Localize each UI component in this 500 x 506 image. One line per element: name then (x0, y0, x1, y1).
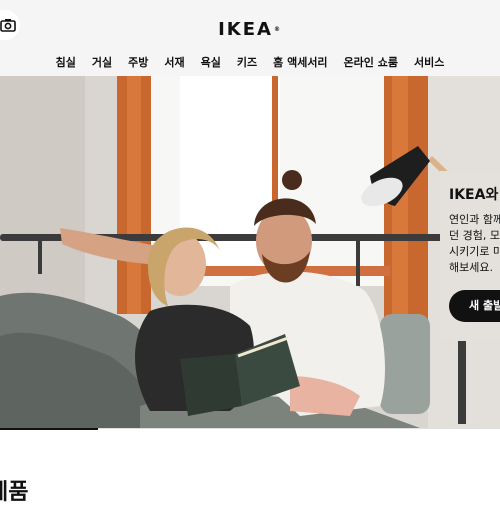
nav-item-bedroom[interactable]: 침실 (48, 52, 84, 74)
nav-item-home-accessories[interactable]: 홈 액세서리 (265, 52, 335, 74)
nav-item-services[interactable]: 서비스 (406, 52, 452, 74)
nav-item-study[interactable]: 서재 (156, 52, 192, 74)
registered-mark: ® (273, 25, 280, 33)
hero-banner[interactable]: IKEA와 연인과 함께 던 경험, 모 시키기로 마 해보세요. 새 출발 (0, 76, 500, 428)
nav-item-living-room[interactable]: 거실 (84, 52, 120, 74)
hero-cta-button[interactable]: 새 출발 (449, 290, 500, 322)
nav-item-online-showroom[interactable]: 온라인 쇼룸 (336, 52, 406, 74)
site-header: IKEA ® 침실 거실 주방 서재 욕실 키즈 홈 액세서리 온라인 쇼룸 서비… (0, 0, 500, 76)
nav-item-kitchen[interactable]: 주방 (120, 52, 156, 74)
hero-title: IKEA와 (449, 187, 499, 203)
section-title-products: 제품 (0, 480, 29, 505)
hero-description-line-4: 해보세요. (449, 261, 493, 274)
hero-description-line-3: 시키기로 마 (449, 245, 500, 258)
visual-search-button[interactable] (0, 10, 20, 40)
hero-text-block: IKEA와 연인과 함께 던 경험, 모 시키기로 마 해보세요. (449, 184, 500, 276)
main-nav: 침실 거실 주방 서재 욕실 키즈 홈 액세서리 온라인 쇼룸 서비스 (0, 52, 500, 74)
carousel-progress[interactable] (0, 428, 98, 430)
nav-item-bathroom[interactable]: 욕실 (193, 52, 229, 74)
logo-text: IKEA (218, 18, 273, 40)
hero-description-line-2: 던 경험, 모 (449, 229, 500, 242)
hero-image (0, 76, 500, 428)
hero-description-line-1: 연인과 함께 (449, 213, 500, 226)
camera-icon (0, 19, 16, 32)
nav-item-kids[interactable]: 키즈 (229, 52, 265, 74)
ikea-logo[interactable]: IKEA ® (210, 18, 288, 40)
